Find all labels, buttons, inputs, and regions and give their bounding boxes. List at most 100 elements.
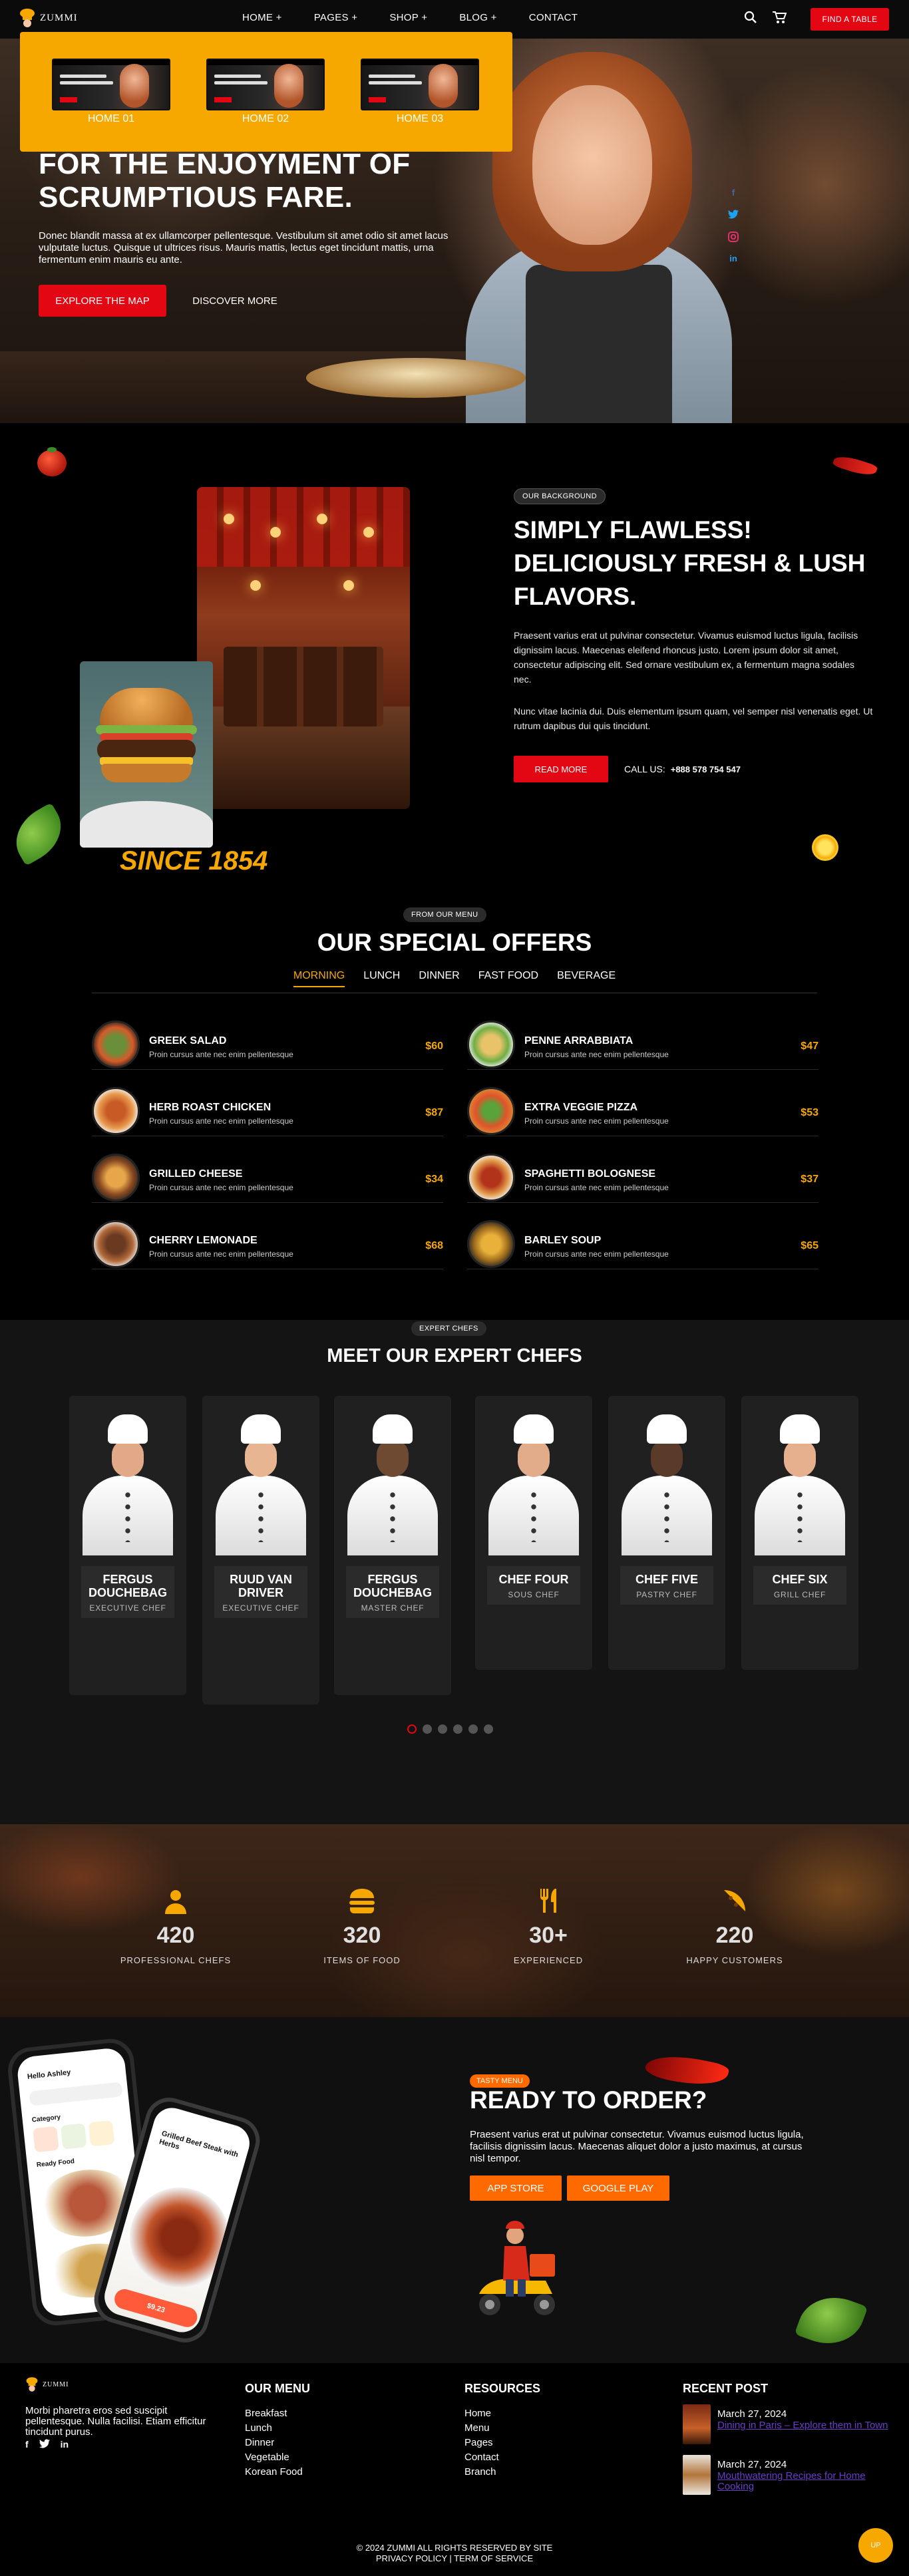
home-demo-thumb [206,59,325,110]
home-demo-1[interactable]: HOME 01 [52,59,170,124]
chefs-title: MEET OUR EXPERT CHEFS [327,1345,582,1367]
menu-item[interactable]: SPAGHETTI BOLOGNESE Proin cursus ante ne… [467,1136,818,1203]
dish-thumbnail [467,1220,515,1268]
home-demo-3[interactable]: HOME 03 [361,59,479,124]
dish-thumbnail [92,1021,140,1068]
footer-link[interactable]: Branch [464,2465,540,2480]
scroll-top-button[interactable]: UP [858,2528,893,2563]
search-icon[interactable] [744,11,757,27]
stat-item: 320 ITEMS OF FOOD [295,1884,429,1965]
recent-post[interactable]: March 27, 2024 Dining in Paris – Explore… [683,2404,896,2447]
tab-dinner[interactable]: DINNER [419,970,459,987]
footer-menu-title: OUR MENU [245,2382,310,2395]
footer-link[interactable]: Dinner [245,2436,310,2450]
nav-shop[interactable]: SHOP + [389,12,427,23]
menu-item[interactable]: PENNE ARRABBIATA Proin cursus ante nec e… [467,1003,818,1070]
discover-more-button[interactable]: DISCOVER MORE [178,285,291,317]
carousel-dot[interactable] [468,1724,478,1734]
footer-menu-column: OUR MENU Breakfast Lunch Dinner Vegetabl… [245,2382,310,2480]
home-demo-label: HOME 01 [87,113,135,124]
facebook-icon[interactable]: f [728,188,739,198]
menu-item[interactable]: BARLEY SOUP Proin cursus ante nec enim p… [467,1203,818,1269]
cart-icon[interactable] [772,11,787,27]
chef-role: GRILL CHEF [773,1590,826,1599]
footer-logo[interactable]: ZUMMI [25,2376,69,2392]
logo-text: ZUMMI [40,12,78,23]
since-badge: SINCE 1854 [120,846,268,876]
menu-item[interactable]: CHERRY LEMONADE Proin cursus ante nec en… [92,1203,443,1269]
instagram-icon[interactable] [728,232,739,242]
menu-item[interactable]: HERB ROAST CHICKEN Proin cursus ante nec… [92,1070,443,1136]
read-more-button[interactable]: READ MORE [514,756,608,782]
footer-link[interactable]: Contact [464,2450,540,2465]
app-store-button[interactable]: APP STORE [470,2175,562,2201]
footer-link[interactable]: Korean Food [245,2465,310,2480]
nav-blog[interactable]: BLOG + [459,12,496,23]
tab-morning[interactable]: MORNING [293,970,345,987]
footer-link[interactable]: Home [464,2406,540,2421]
footer-link[interactable]: Breakfast [245,2406,310,2421]
about-paragraph: Nunc vitae lacinia dui. Duis elementum i… [514,706,873,731]
linkedin-icon[interactable]: in [728,253,739,264]
nav-home[interactable]: HOME + [242,12,282,23]
chef-card[interactable]: CHEF SIX GRILL CHEF [741,1396,858,1670]
chef-card[interactable]: RUUD VAN DRIVER EXECUTIVE CHEF [202,1396,319,1704]
footer-resources-title: RESOURCES [464,2382,541,2395]
home-dropdown-menu: HOME 01 HOME 02 HOME 03 [20,32,512,152]
carousel-dot[interactable] [438,1724,447,1734]
about-pill: OUR BACKGROUND [514,488,606,504]
logo[interactable]: ZUMMI [19,8,78,28]
google-play-button[interactable]: GOOGLE PLAY [567,2175,669,2201]
menu-item[interactable]: GREEK SALAD Proin cursus ante nec enim p… [92,1003,443,1070]
lemon-decoration [812,834,838,861]
facebook-icon[interactable]: f [25,2439,29,2450]
carousel-dot[interactable] [484,1724,493,1734]
call-us: CALL US: +888 578 754 547 [624,764,741,774]
phone-price: $9.23 [112,2287,200,2330]
linkedin-icon[interactable]: in [61,2439,69,2450]
tab-lunch[interactable]: LUNCH [363,970,400,987]
twitter-icon[interactable] [728,210,739,220]
carousel-dot[interactable] [423,1724,432,1734]
basil-leaf-decoration [5,802,73,866]
footer-link[interactable]: Menu [464,2421,540,2436]
legal-links[interactable]: PRIVACY POLICY | TERM OF SERVICE [0,2553,909,2564]
hero-title: FOR THE ENJOYMENT OF SCRUMPTIOUS FARE. [39,148,411,214]
chili-decoration [832,452,878,479]
dish-description: Proin cursus ante nec enim pellentesque [524,1249,669,1259]
menu-item[interactable]: GRILLED CHEESE Proin cursus ante nec eni… [92,1136,443,1203]
footer-link[interactable]: Pages [464,2436,540,2450]
chef-card[interactable]: CHEF FOUR SOUS CHEF [475,1396,592,1670]
carousel-dot[interactable] [407,1724,417,1734]
dish-thumbnail [92,1154,140,1202]
twitter-icon[interactable] [39,2439,50,2450]
chef-info: CHEF FOUR SOUS CHEF [487,1566,580,1605]
chef-card[interactable]: FERGUS DOUCHEBAG EXECUTIVE CHEF [69,1396,186,1695]
tab-beverage[interactable]: BEVERAGE [557,970,616,987]
chef-photo [202,1396,319,1555]
carousel-dot[interactable] [453,1724,462,1734]
recent-post[interactable]: March 27, 2024 Mouthwatering Recipes for… [683,2455,896,2497]
nav-pages[interactable]: PAGES + [314,12,358,23]
post-title[interactable]: Dining in Paris – Explore them in Town [717,2420,897,2431]
post-title[interactable]: Mouthwatering Recipes for Home Cooking [717,2471,897,2492]
home-demo-thumb [361,59,479,110]
menu-item[interactable]: EXTRA VEGGIE PIZZA Proin cursus ante nec… [467,1070,818,1136]
phone-number[interactable]: +888 578 754 547 [671,764,741,774]
stat-value: 30+ [529,1923,568,1948]
explore-map-button[interactable]: EXPLORE THE MAP [39,285,166,317]
nav-contact[interactable]: CONTACT [529,12,578,23]
dish-name: EXTRA VEGGIE PIZZA [524,1102,638,1113]
dish-name: PENNE ARRABBIATA [524,1035,634,1046]
home-demo-2[interactable]: HOME 02 [206,59,325,124]
order-pill: TASTY MENU [470,2074,530,2088]
find-table-button[interactable]: FIND A TABLE [811,8,889,31]
footer-link[interactable]: Vegetable [245,2450,310,2465]
post-thumbnail [683,2455,711,2495]
footer-link[interactable]: Lunch [245,2421,310,2436]
chef-card[interactable]: FERGUS DOUCHEBAG MASTER CHEF [334,1396,451,1695]
tab-fast-food[interactable]: FAST FOOD [478,970,538,987]
chef-card[interactable]: CHEF FIVE PASTRY CHEF [608,1396,725,1670]
chef-icon [159,1884,192,1917]
footer-logo-text: ZUMMI [43,2380,69,2388]
